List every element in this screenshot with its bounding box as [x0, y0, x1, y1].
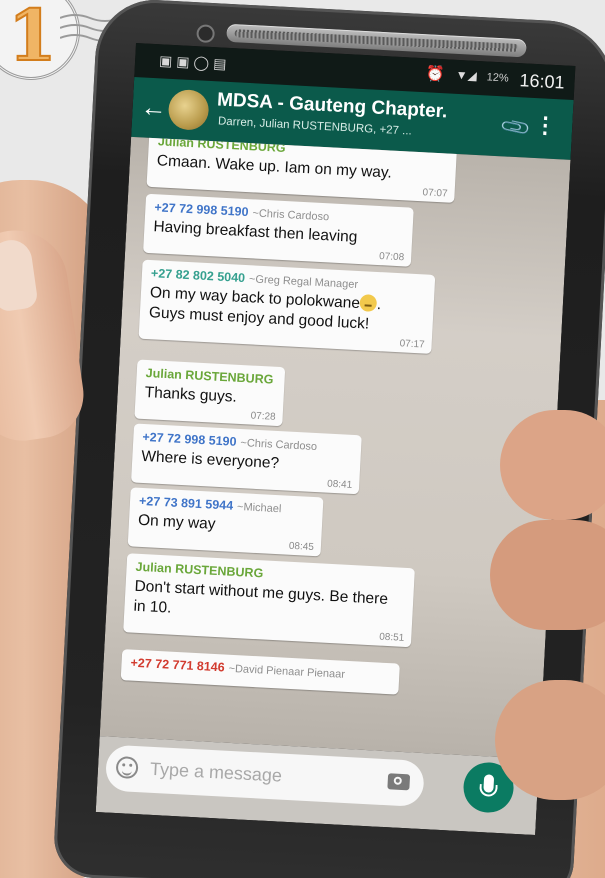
message-alias: ~Chris Cardoso	[252, 207, 330, 224]
message-time: 07:17	[399, 338, 425, 351]
message-time: 08:51	[378, 631, 405, 644]
message-bubble: +27 72 998 5190 ~Chris Cardoso Having bre…	[143, 193, 414, 267]
camera-icon[interactable]	[387, 773, 411, 791]
message-bubble: +27 73 891 5944 ~Michael On my way 08:45	[127, 487, 324, 557]
speaker-grill	[234, 29, 519, 53]
message-input[interactable]: Type a message	[104, 744, 425, 808]
alarm-icon: ⏰	[425, 65, 446, 84]
right-finger	[490, 520, 605, 630]
back-arrow-icon[interactable]: ←	[140, 91, 168, 123]
group-avatar[interactable]	[167, 88, 210, 131]
message-bubble: +27 82 802 5040 ~Greg Regal Manager On my…	[138, 259, 436, 354]
message-sender: +27 72 771 8146 ~David Pienaar Pienaar	[130, 655, 346, 681]
confused-emoji-icon	[359, 294, 378, 312]
notification-icons: ▣▣◯▤	[158, 52, 231, 72]
message-time: 07:28	[250, 410, 276, 423]
message-time: 07:08	[378, 251, 405, 264]
corner-number: 1	[7, 0, 58, 78]
microphone-icon	[483, 774, 495, 793]
scene: 1 ▣▣◯▤ ⏰ ▼◢ 12% 16:01 ← MDSA - Gauteng C…	[0, 0, 605, 878]
right-finger	[495, 680, 605, 800]
battery-percent: 12%	[486, 71, 509, 85]
message-bubble: Julian RUSTENBURG Don't start without me…	[123, 553, 415, 648]
message-time: 08:41	[326, 478, 353, 491]
front-camera	[196, 24, 216, 44]
message-time: 07:07	[422, 187, 448, 200]
message-time: 08:45	[288, 540, 315, 554]
message-placeholder: Type a message	[149, 758, 283, 786]
message-alias: ~Michael	[236, 500, 282, 516]
message-bubble: +27 72 998 5190 ~Chris Cardoso Where is e…	[131, 423, 362, 495]
message-alias: ~Chris Cardoso	[240, 437, 318, 454]
signal-icon: ▼◢	[455, 67, 478, 83]
right-finger	[500, 410, 605, 520]
message-alias: ~David Pienaar Pienaar	[228, 662, 346, 681]
emoji-icon[interactable]	[115, 755, 139, 780]
message-list[interactable]: Julian RUSTENBURG Cmaan. Wake up. Iam on…	[99, 136, 571, 760]
message-text: Thanks guys.	[144, 383, 238, 406]
more-options-icon[interactable]: ⋮	[534, 112, 557, 139]
message-bubble-partial: +27 72 771 8146 ~David Pienaar Pienaar	[120, 649, 400, 695]
status-time: 16:01	[519, 70, 566, 93]
paperclip-icon[interactable]: 📎	[498, 110, 533, 145]
message-bubble: Julian RUSTENBURG Thanks guys. 07:28	[134, 359, 286, 427]
